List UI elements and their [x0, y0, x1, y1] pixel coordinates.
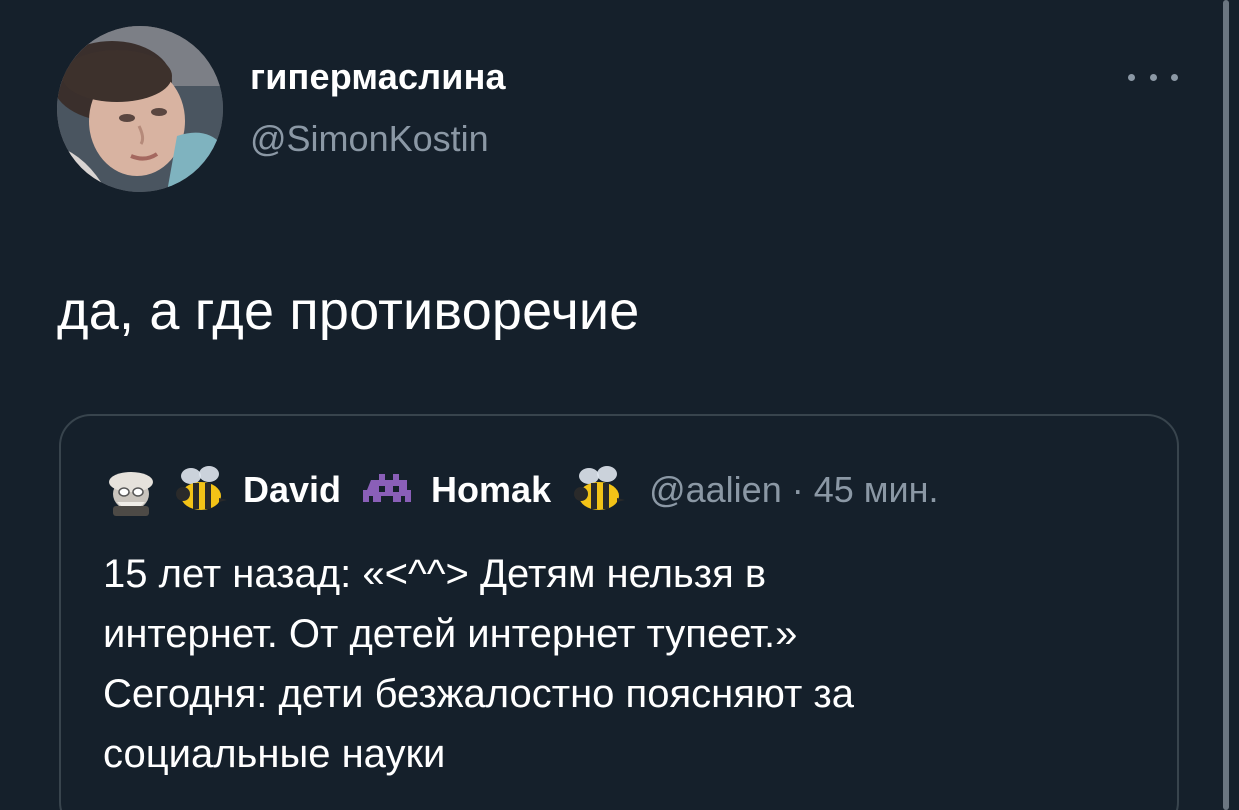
more-horizontal-icon[interactable]	[1128, 64, 1178, 90]
bee-emoji-icon	[571, 462, 627, 518]
display-name[interactable]: гипермаслина	[250, 56, 506, 98]
avatar[interactable]	[57, 26, 223, 192]
old-man-emoji-icon	[103, 462, 159, 518]
quoted-tweet-header: David Homak @aalien · 45 мин.	[103, 460, 939, 520]
quoted-tweet-card[interactable]: David Homak @aalien · 45 мин. 15 лет наз…	[59, 414, 1179, 810]
tweet-text: да, а где противоречие	[57, 281, 640, 341]
quoted-author-name-part1[interactable]: David	[243, 469, 341, 511]
scrollbar[interactable]	[1223, 0, 1229, 810]
tweet-page: гипермаслина @SimonKostin да, а где прот…	[0, 0, 1239, 810]
user-handle[interactable]: @SimonKostin	[250, 118, 489, 160]
quoted-author-name-part2[interactable]: Homak	[431, 469, 551, 511]
quoted-author-handle-time[interactable]: @aalien · 45 мин.	[649, 469, 938, 511]
bee-emoji-icon	[173, 462, 229, 518]
alien-monster-emoji-icon	[361, 462, 417, 518]
quoted-tweet-text: 15 лет назад: «<^^> Детям нельзя в интер…	[103, 552, 854, 776]
